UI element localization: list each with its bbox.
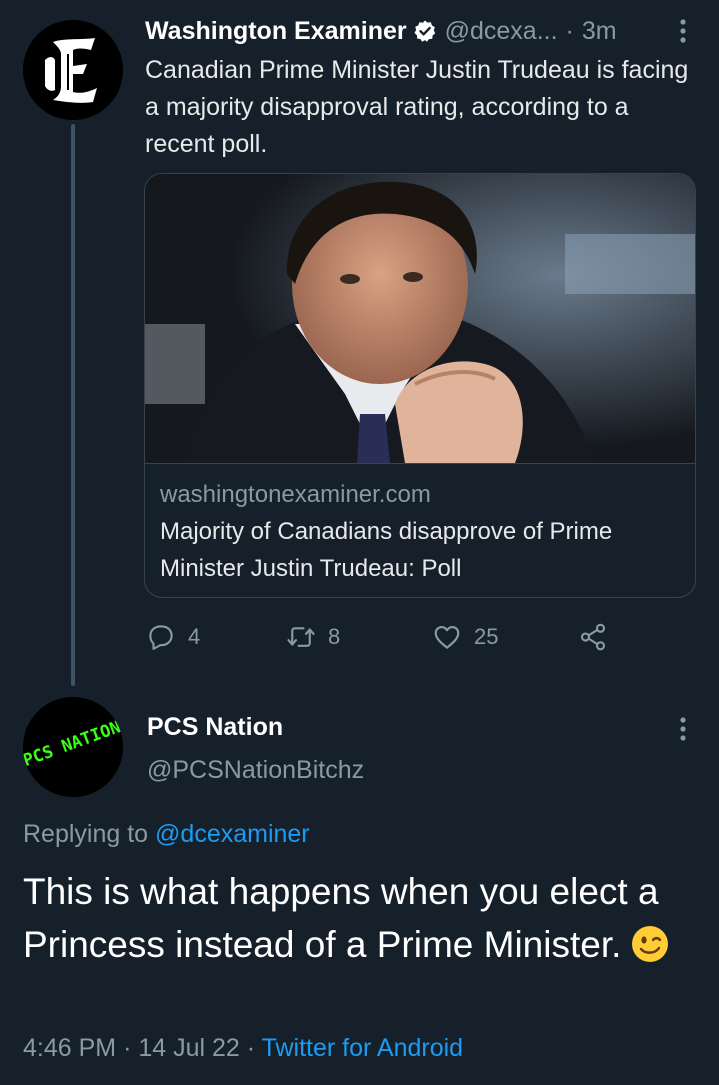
separator-dot: · <box>565 16 574 45</box>
share-button[interactable] <box>578 617 620 657</box>
washington-examiner-avatar[interactable] <box>23 20 123 120</box>
tweet-text: Canadian Prime Minister Justin Trudeau i… <box>145 56 689 158</box>
tweet-time[interactable]: 3m <box>582 17 617 46</box>
author-name[interactable]: Washington Examiner <box>145 17 407 46</box>
reply-text: This is what happens when you elect a Pr… <box>23 865 703 971</box>
reply-icon <box>149 625 173 650</box>
author-handle[interactable]: @dcexa... <box>445 17 558 46</box>
winking-face-icon <box>631 924 669 962</box>
more-options-icon[interactable] <box>668 14 698 48</box>
retweet-button[interactable]: 8 <box>286 617 340 657</box>
retweet-icon <box>287 627 315 647</box>
heart-icon <box>434 625 460 649</box>
link-preview-card[interactable]: washingtonexaminer.com Majority of Canad… <box>144 173 696 598</box>
card-domain: washingtonexaminer.com <box>160 481 431 508</box>
thread-line <box>71 124 75 686</box>
pcs-nation-avatar[interactable]: PCS NATION <box>23 697 123 797</box>
reply-button[interactable]: 4 <box>146 617 200 657</box>
card-title: Majority of Canadians disapprove of Prim… <box>160 518 613 582</box>
share-icon <box>580 623 606 651</box>
reply-time[interactable]: 4:46 PM <box>23 1034 116 1062</box>
tweet-actions: 4 8 25 <box>146 617 616 657</box>
examiner-logo-icon <box>23 20 123 120</box>
retweet-count: 8 <box>328 624 341 649</box>
replying-handle-link[interactable]: @dcexaminer <box>155 820 310 848</box>
reply-more-options-icon[interactable] <box>668 712 698 746</box>
reply-text-body: This is what happens when you elect a Pr… <box>23 871 659 965</box>
article-image <box>145 174 695 464</box>
reply-author-name[interactable]: PCS Nation <box>147 713 283 742</box>
source-link[interactable]: Twitter for Android <box>262 1034 463 1062</box>
tweet-meta: 4:46 PM · 14 Jul 22 · Twitter for Androi… <box>23 1034 463 1063</box>
like-count: 25 <box>474 624 499 649</box>
reply-count: 4 <box>188 624 201 649</box>
meta-separator: · <box>123 1034 132 1062</box>
reply-author-handle[interactable]: @PCSNationBitchz <box>147 756 364 785</box>
like-button[interactable]: 25 <box>432 617 498 657</box>
verified-badge-icon <box>413 19 437 43</box>
pcs-nation-logo-icon: PCS NATION <box>23 697 123 797</box>
tweet-header: Washington Examiner @dcexa... · 3m <box>145 14 705 48</box>
replying-to: Replying to @dcexaminer <box>23 820 310 849</box>
replying-prefix: Replying to <box>23 820 149 848</box>
reply-date[interactable]: 14 Jul 22 <box>138 1034 239 1062</box>
meta-separator: · <box>246 1034 256 1062</box>
